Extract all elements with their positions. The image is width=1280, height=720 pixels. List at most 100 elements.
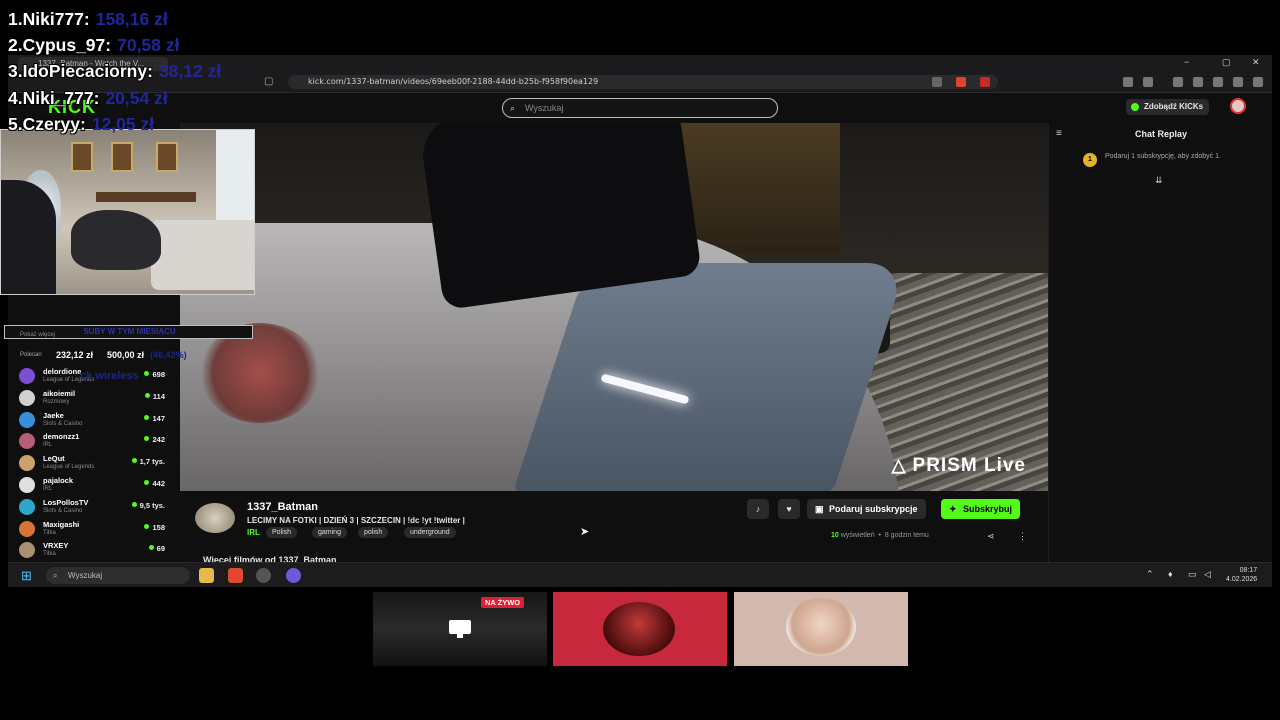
windows-start-icon[interactable]: ⊞ <box>21 568 32 584</box>
recommended-channel[interactable]: LeQut League of Legends 1,7 tys. <box>16 451 172 473</box>
close-icon[interactable]: ✕ <box>1252 57 1260 68</box>
call-tile-participant[interactable] <box>734 592 908 666</box>
stream-category[interactable]: IRL <box>247 528 260 537</box>
network-icon[interactable]: ▭ <box>1188 569 1197 580</box>
prism-text: PRISM Live <box>912 455 1026 476</box>
get-kicks-button[interactable]: Zdobądź KICKs <box>1126 99 1210 115</box>
viewer-count-value: 698 <box>152 370 165 379</box>
leo-icon[interactable] <box>1213 77 1223 87</box>
kicks-icon <box>1131 103 1139 111</box>
live-badge: NA ŻYWO <box>481 597 525 608</box>
viewer-count: 114 <box>144 392 165 401</box>
viewer-count: 242 <box>144 435 165 444</box>
maximize-icon[interactable]: ▢ <box>1222 57 1231 68</box>
recommended-channels: delordione League of Legends 698 aikoiemil R… <box>16 364 172 560</box>
live-dot-icon <box>144 371 150 376</box>
menu-icon[interactable] <box>1253 77 1263 87</box>
gift-subscription-button[interactable]: ▣ Podaruj subskrypcje <box>807 499 926 519</box>
recommended-channel[interactable]: LosPollosTV Slots & Casino 9,5 tys. <box>16 495 172 517</box>
tag[interactable]: underground <box>404 527 456 538</box>
goal-target: 500,00 zł <box>107 350 145 360</box>
scroll-down-icon[interactable]: ⇊ <box>1155 175 1163 186</box>
user-avatar[interactable] <box>1230 98 1246 114</box>
channel-name[interactable]: 1337_Batman <box>247 501 318 513</box>
recommended-channel[interactable]: VRXEY Tibia 69 <box>16 538 172 560</box>
channel-avatar <box>19 389 35 406</box>
tag[interactable]: Polish <box>266 527 298 538</box>
donor-name: 4.Niki_777: <box>8 87 100 108</box>
recommended-channel[interactable]: Jaeke Slots & Casino 147 <box>16 408 172 430</box>
participant-avatar <box>603 602 675 656</box>
url-field[interactable]: kick.com/1337-batman/videos/69eeb00f-218… <box>288 75 998 89</box>
vpn-icon[interactable] <box>1233 77 1243 87</box>
obs-icon[interactable] <box>256 568 271 583</box>
channel-category: Rozmowy <box>43 398 70 405</box>
gift-sub-promo[interactable]: Podaruj 1 subskrypcję, aby zdobyć 1. <box>1105 153 1260 161</box>
minimize-icon[interactable]: − <box>1184 57 1189 67</box>
viewer-count-value: 1,7 tys. <box>139 457 165 467</box>
wallet-icon[interactable] <box>1193 77 1203 87</box>
facecam-sofa <box>151 220 254 290</box>
recommended-channel[interactable]: demonzz1 IRL 242 <box>16 429 172 451</box>
discord-icon[interactable] <box>286 568 301 583</box>
channel-avatar <box>19 411 35 428</box>
subs-goal-amounts: 232,12 zł 500,00 zł (46,42%) <box>56 350 187 360</box>
tray-chevron-icon[interactable]: ⌃ <box>1146 569 1154 580</box>
collapse-chat-icon[interactable]: ≡ <box>1056 123 1062 145</box>
subscribe-button[interactable]: ✦ Subskrybuj <box>941 499 1021 519</box>
channel-avatar[interactable] <box>195 503 235 533</box>
donor-amount: 12,05 zł <box>91 113 155 134</box>
extension-icon[interactable] <box>1123 77 1133 87</box>
microphone-icon[interactable]: ♦ <box>1168 569 1173 579</box>
channel-avatar <box>19 520 35 537</box>
brave-browser-icon[interactable] <box>228 568 243 583</box>
channel-category: League of Legends <box>43 464 95 471</box>
taskbar-clock[interactable]: 08:17 4.02.2026 <box>1226 566 1257 584</box>
facecam-shelf <box>96 192 196 202</box>
call-tile-participant[interactable] <box>553 592 727 666</box>
channel-name: aikoiemil <box>43 388 76 398</box>
viewer-count-value: 242 <box>152 435 165 445</box>
volume-icon[interactable]: ◁ <box>1204 569 1211 580</box>
music-icon[interactable] <box>1173 77 1183 87</box>
notification-bell-icon[interactable]: ♪ <box>747 499 769 519</box>
mouse-cursor-icon: ➤ <box>580 526 590 538</box>
facecam-picture <box>111 142 133 172</box>
more-options-icon[interactable]: ⋮ <box>1018 531 1027 542</box>
follow-heart-icon[interactable]: ♥ <box>778 499 800 519</box>
prism-logo-icon: △ <box>891 455 907 475</box>
video-meta: 10 wyświetleń • 8 godzin temu <box>831 532 929 539</box>
video-player[interactable]: △ PRISM Live <box>180 123 1048 491</box>
screen-share-icon <box>449 620 471 634</box>
live-dot-icon <box>144 392 150 398</box>
tag[interactable]: polish <box>358 527 389 538</box>
star-icon: ✦ <box>949 504 957 514</box>
show-more-link[interactable]: Pokaż więcej <box>20 332 55 338</box>
viewer-count: 9,5 tys. <box>131 501 165 510</box>
time-ago: 8 godzin temu <box>884 532 929 539</box>
taskbar-search[interactable]: ⌕ Wyszukaj <box>46 567 190 584</box>
tag[interactable]: gaming <box>312 527 347 538</box>
share-icon[interactable]: ⋖ <box>987 531 995 542</box>
search-input[interactable]: ⌕ Wyszukaj <box>502 98 778 118</box>
call-tile-screenshare[interactable]: NA ŻYWO <box>373 592 547 666</box>
gift-button-label: Podaruj subskrypcje <box>829 504 918 514</box>
search-placeholder: Wyszukaj <box>525 103 564 113</box>
leaderboard-row: 4.Niki_777: 20,54 zł <box>8 87 328 113</box>
rewards-icon[interactable] <box>980 77 990 87</box>
channel-category: IRL <box>43 485 53 492</box>
recommended-channel[interactable]: pajalock IRL 442 <box>16 473 172 495</box>
gift-icon: ▣ <box>815 504 824 514</box>
screen-share-stand <box>457 634 463 638</box>
brave-shield-icon[interactable] <box>956 77 966 87</box>
sidebar-icon[interactable] <box>1143 77 1153 87</box>
recommended-channel[interactable]: aikoiemil Rozmowy 114 <box>16 386 172 408</box>
recommended-channel[interactable]: Maxigashi Tibia 158 <box>16 517 172 539</box>
viewer-count: 158 <box>144 523 165 532</box>
search-icon: ⌕ <box>510 103 516 113</box>
chat-header: ≡ Chat Replay <box>1049 123 1273 145</box>
file-explorer-icon[interactable] <box>199 568 214 583</box>
share-page-icon[interactable] <box>932 77 942 87</box>
channel-category: Slots & Casino <box>43 507 83 514</box>
gift-badge: 1 <box>1083 153 1097 167</box>
